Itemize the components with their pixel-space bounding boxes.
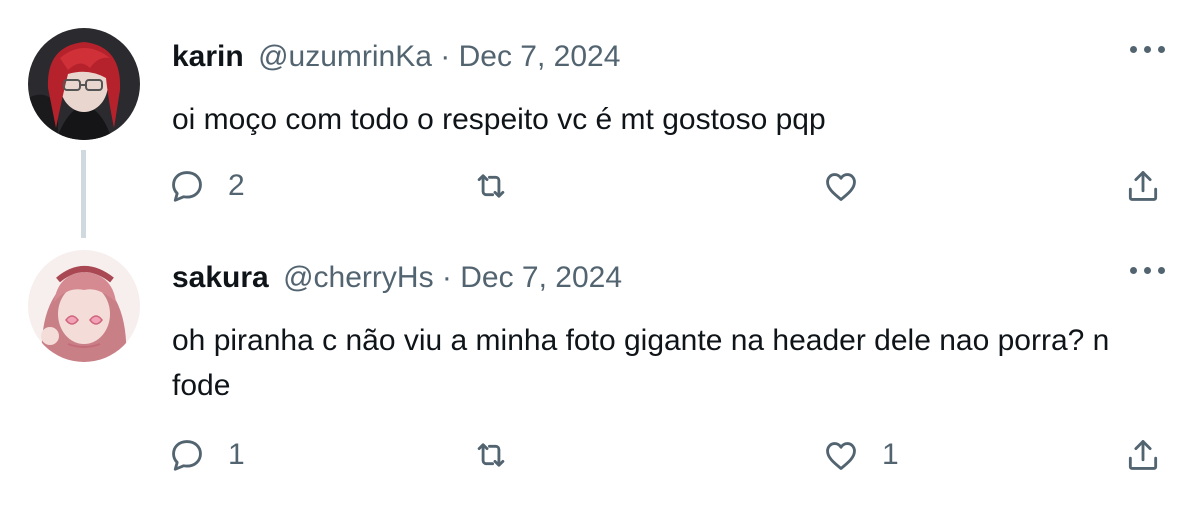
tweet-actions: 1 1 [0,436,1200,480]
like-button[interactable] [822,167,882,205]
tweet-text: oi moço com todo o respeito vc é mt gost… [172,103,826,136]
timestamp[interactable]: Dec 7, 2024 [459,40,621,73]
heart-icon [826,173,856,201]
heart-icon [826,442,856,470]
avatar-karin[interactable] [28,28,140,140]
retweet-icon [477,174,505,198]
share-button[interactable] [1124,167,1162,205]
display-name[interactable]: sakura [172,261,269,294]
reply-button[interactable]: 1 [168,436,245,474]
tweet-actions: 2 [0,167,1200,211]
display-name[interactable]: karin [172,40,244,73]
reply-button[interactable]: 2 [168,167,245,205]
more-options-icon[interactable] [1128,40,1168,60]
like-button[interactable]: 1 [822,436,899,474]
share-icon [1128,171,1158,201]
reply-icon [172,440,202,471]
more-options-icon[interactable] [1128,261,1168,281]
separator: · [440,40,451,73]
reply-icon [172,171,202,202]
handle[interactable]: @uzumrinKa [258,40,432,73]
reply-count: 1 [228,438,245,471]
like-count: 1 [882,438,899,471]
tweet-text: oh piranha c não viu a minha foto gigant… [172,324,1110,402]
separator: · [441,261,452,294]
avatar-sakura[interactable] [28,250,140,362]
handle[interactable]: @cherryHs [283,261,433,294]
retweet-button[interactable] [472,167,532,205]
tweet-header: sakura @cherryHs · Dec 7, 2024 [172,261,622,295]
timestamp[interactable]: Dec 7, 2024 [460,261,622,294]
tweet-header: karin @uzumrinKa · Dec 7, 2024 [172,40,620,74]
share-button[interactable] [1124,436,1162,474]
share-icon [1128,440,1158,470]
retweet-icon [477,443,505,467]
retweet-button[interactable] [472,436,532,474]
reply-count: 2 [228,169,245,202]
